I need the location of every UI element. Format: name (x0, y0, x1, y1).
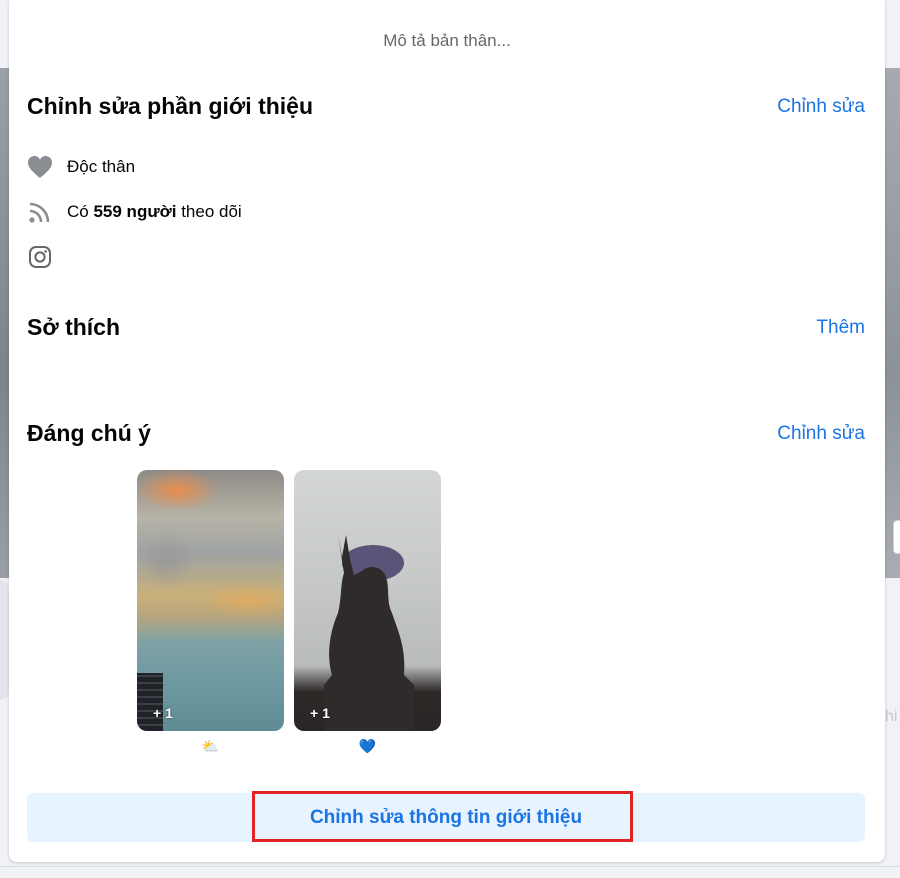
person-silhouette (324, 535, 414, 731)
hobbies-title: Sở thích (27, 314, 121, 340)
edit-details-button[interactable]: Chỉnh sửa thông tin giới thiệu (27, 793, 865, 842)
background-cover-right (885, 68, 900, 578)
rss-icon (27, 199, 53, 225)
featured-item-sky[interactable]: + 1 (137, 470, 284, 731)
intro-card: Mô tả bản thân... Chỉnh sửa phần giới th… (9, 0, 885, 862)
intro-title: Chỉnh sửa phần giới thiệu (27, 93, 314, 119)
background-avatar-edge (0, 580, 9, 700)
relationship-row: Độc thân (27, 153, 135, 181)
heart-icon (27, 154, 53, 180)
bio-placeholder[interactable]: Mô tả bản thân... (9, 31, 885, 51)
featured-count: + 1 (310, 705, 330, 721)
followers-prefix: Có (67, 202, 89, 221)
featured-edit-link[interactable]: Chỉnh sửa (777, 423, 865, 445)
followers-row: Có 559 người theo dõi (27, 198, 242, 226)
background-text-fragment: hi (885, 708, 898, 725)
featured-title: Đáng chú ý (27, 420, 151, 446)
relationship-status: Độc thân (67, 157, 136, 176)
instagram-row (27, 243, 67, 271)
background-cover-left (0, 68, 9, 578)
followers-count[interactable]: 559 người (93, 202, 176, 222)
hobbies-add-link[interactable]: Thêm (816, 317, 865, 339)
background-divider (0, 866, 900, 867)
featured-caption-sky: ⛅ (201, 738, 220, 754)
followers-suffix: theo dõi (181, 202, 242, 221)
featured-caption-heart: 💙 (358, 738, 377, 754)
featured-count: + 1 (153, 705, 173, 721)
featured-item-silhouette[interactable]: + 1 (294, 470, 441, 731)
intro-edit-link[interactable]: Chỉnh sửa (777, 96, 865, 118)
background-button-edge (893, 520, 900, 554)
building-silhouette (137, 673, 163, 731)
instagram-icon[interactable] (27, 244, 53, 270)
